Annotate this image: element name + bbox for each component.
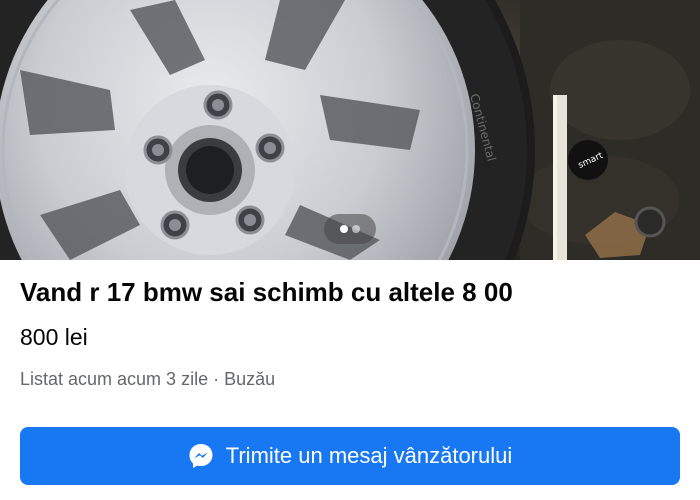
listing-meta: Listat acum acum 3 zile · Buzău bbox=[20, 369, 276, 389]
listing-title: Vand r 17 bmw sai schimb cu altele 8 00 bbox=[20, 277, 513, 307]
pager-dot-active[interactable] bbox=[340, 225, 348, 233]
marketplace-listing: Continental smart Vand r 17 bmw sai schi… bbox=[0, 0, 700, 500]
message-seller-button[interactable]: Trimite un mesaj vânzătorului bbox=[20, 427, 680, 485]
pager-dot-inactive[interactable] bbox=[352, 225, 360, 233]
listing-price: 800 lei bbox=[20, 324, 88, 350]
photo-pager[interactable] bbox=[324, 214, 376, 244]
listing-photo[interactable]: Continental smart bbox=[0, 0, 700, 260]
messenger-icon bbox=[188, 443, 214, 469]
message-seller-label: Trimite un mesaj vânzătorului bbox=[225, 443, 513, 468]
